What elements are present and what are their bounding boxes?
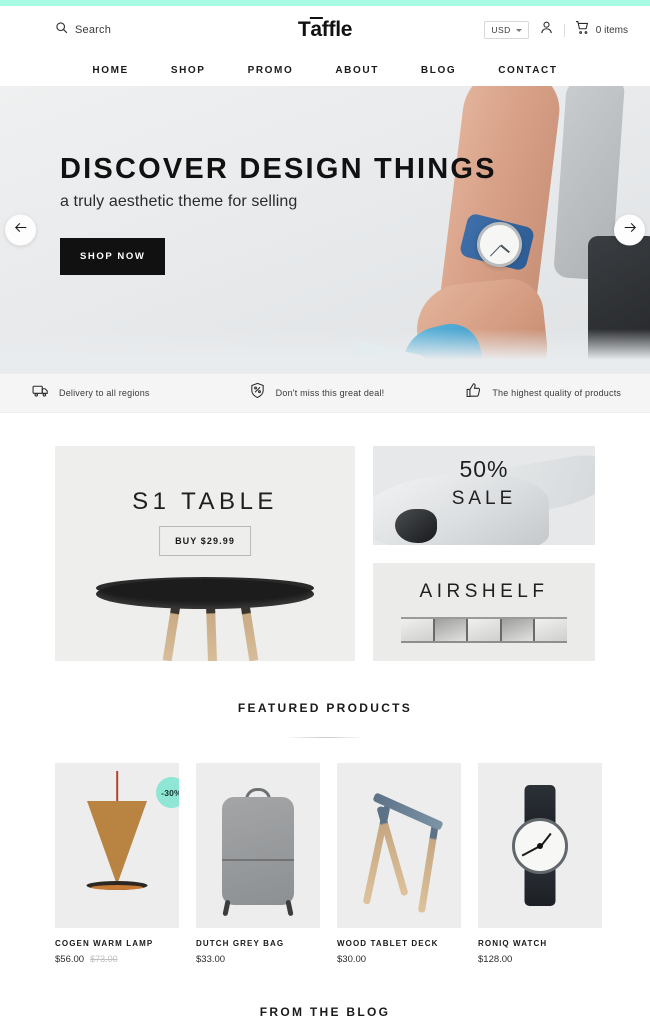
hero-copy: DISCOVER DESIGN THINGS a truly aesthetic… — [60, 153, 497, 275]
nav-item-blog[interactable]: BLOG — [400, 65, 477, 76]
discount-tag-icon — [249, 382, 266, 404]
arrow-right-icon — [623, 220, 637, 239]
blog-section-header: FROM THE BLOG — [0, 965, 650, 1020]
product-price: $56.00 — [55, 954, 85, 965]
feature-deal-text: Don't miss this great deal! — [275, 388, 385, 398]
product-price: $33.00 — [196, 954, 226, 965]
product-prices: $33.00 — [196, 954, 320, 965]
product-name: WOOD TABLET DECK — [337, 939, 439, 948]
promo-s1-title: S1 TABLE — [132, 488, 278, 515]
product-image-roniq-watch[interactable] — [478, 763, 602, 928]
hero-subtitle: a truly aesthetic theme for selling — [60, 192, 298, 210]
promo-airshelf-title: AIRSHELF — [419, 581, 549, 602]
shop-now-button[interactable]: SHOP NOW — [60, 237, 166, 275]
main-navigation: HOME SHOP PROMO ABOUT BLOG CONTACT — [0, 54, 650, 86]
hero-title: DISCOVER DESIGN THINGS — [60, 153, 497, 185]
product-card[interactable]: DUTCH GREY BAG $33.00 — [196, 763, 320, 965]
product-card[interactable]: WOOD TABLET DECK $30.00 — [337, 763, 461, 965]
promo-right-column: 50% SALE AIRSHELF — [373, 446, 595, 661]
promo-tiles: S1 TABLE BUY $29.99 50% SALE AIRSHELF — [0, 413, 650, 661]
carousel-prev-button[interactable] — [5, 214, 36, 245]
delivery-truck-icon — [32, 382, 49, 404]
product-card[interactable]: -30% COGEN WARM LAMP $56.00 $73.00 — [55, 763, 179, 965]
cart-icon — [575, 20, 590, 40]
nav-item-home[interactable]: HOME — [71, 65, 149, 76]
featured-heading: FEATURED PRODUCTS — [237, 701, 413, 715]
header-divider — [563, 23, 565, 37]
product-name: RONIQ WATCH — [478, 939, 548, 948]
hero-carousel: DISCOVER DESIGN THINGS a truly aesthetic… — [0, 86, 650, 373]
discount-badge: -30% — [156, 777, 179, 808]
nav-item-about[interactable]: ABOUT — [314, 65, 400, 76]
thumbs-up-icon — [465, 382, 482, 404]
currency-selector[interactable]: USD — [484, 21, 529, 39]
product-price: $128.00 — [478, 954, 513, 965]
logo-text-after: ffle — [321, 18, 353, 41]
cart-count-label: 0 items — [595, 24, 628, 36]
currency-value: USD — [491, 25, 511, 35]
product-name: DUTCH GREY BAG — [196, 939, 285, 948]
product-prices: $56.00 $73.00 — [55, 954, 179, 965]
product-image-dutch-grey-bag[interactable] — [196, 763, 320, 928]
carousel-next-button[interactable] — [614, 214, 645, 245]
product-price: $30.00 — [337, 954, 367, 965]
promo-tile-s1-table[interactable]: S1 TABLE BUY $29.99 — [55, 446, 355, 661]
cart-button[interactable]: 0 items — [575, 20, 628, 40]
header-utilities: USD 0 items — [484, 20, 628, 40]
search-button[interactable]: Search — [55, 21, 111, 39]
logo-text-before: T — [297, 18, 311, 41]
feature-bar: Delivery to all regions Don't miss this … — [0, 373, 650, 413]
feature-delivery: Delivery to all regions — [0, 382, 217, 404]
product-card[interactable]: RONIQ WATCH $128.00 — [478, 763, 602, 965]
nav-item-promo[interactable]: PROMO — [227, 65, 315, 76]
nav-item-shop[interactable]: SHOP — [150, 65, 227, 76]
site-logo[interactable]: Taffle — [297, 17, 353, 42]
chevron-down-icon — [515, 28, 522, 32]
feature-quality-text: The highest quality of products — [492, 388, 622, 398]
nav-item-contact[interactable]: CONTACT — [477, 65, 578, 76]
user-icon[interactable] — [539, 20, 554, 40]
product-prices: $30.00 — [337, 954, 461, 965]
search-icon — [55, 21, 68, 39]
feature-deal: Don't miss this great deal! — [217, 382, 434, 404]
promo-sale-label: SALE — [451, 488, 517, 509]
promo-sale-percent: 50% — [459, 456, 509, 482]
logo-text-macron: a — [309, 17, 324, 41]
product-image-wood-tablet-deck[interactable] — [337, 763, 461, 928]
promo-tile-airshelf[interactable]: AIRSHELF — [373, 563, 595, 661]
product-prices: $128.00 — [478, 954, 602, 965]
promo-tile-sale[interactable]: 50% SALE — [373, 446, 595, 545]
airshelf-artwork — [401, 617, 567, 643]
feature-delivery-text: Delivery to all regions — [59, 388, 150, 398]
product-image-cogen-warm-lamp[interactable]: -30% — [55, 763, 179, 928]
feature-quality: The highest quality of products — [433, 382, 650, 404]
product-price-old: $73.00 — [90, 954, 118, 964]
product-grid: -30% COGEN WARM LAMP $56.00 $73.00 DUTCH… — [0, 738, 650, 965]
search-label: Search — [75, 24, 112, 36]
featured-section-header: FEATURED PRODUCTS — [0, 661, 650, 738]
arrow-left-icon — [14, 220, 28, 239]
buy-s1-table-button[interactable]: BUY $29.99 — [159, 526, 251, 556]
blog-heading: FROM THE BLOG — [259, 1005, 391, 1019]
product-name: COGEN WARM LAMP — [55, 939, 154, 948]
site-header: Search Taffle USD 0 items — [0, 6, 650, 54]
